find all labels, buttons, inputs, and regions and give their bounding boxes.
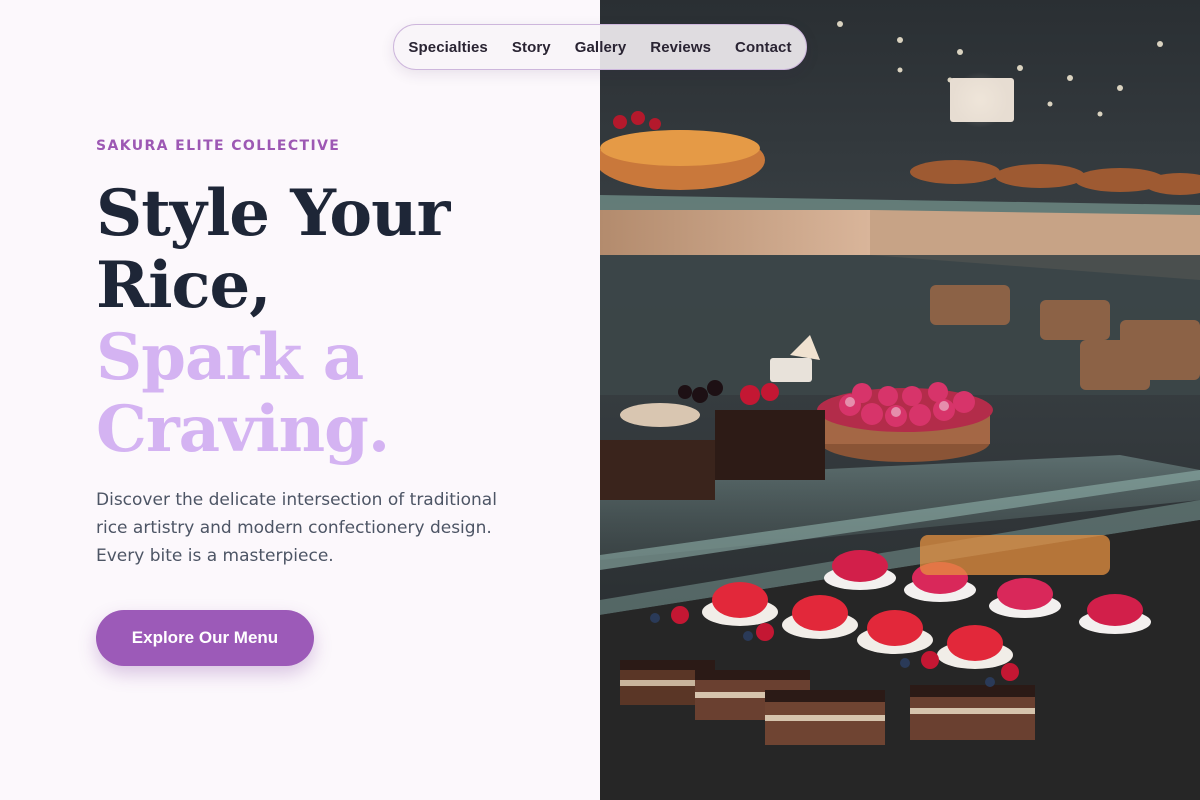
headline-line-4: Craving. [96,392,390,467]
nav-link-reviews[interactable]: Reviews [650,39,711,56]
brand-eyebrow: SAKURA ELITE COLLECTIVE [96,138,341,154]
pastry-display-image [600,0,1200,800]
explore-menu-button[interactable]: Explore Our Menu [96,610,314,666]
nav-link-story[interactable]: Story [512,39,551,56]
nav-link-contact[interactable]: Contact [735,39,792,56]
headline-line-1: Style Your [96,176,450,251]
nav-link-gallery[interactable]: Gallery [575,39,627,56]
headline-line-3: Spark a [96,320,364,395]
main-nav: Specialties Story Gallery Reviews Contac… [393,24,807,70]
hero-image-panel [600,0,1200,800]
headline-line-2: Rice, [96,248,271,323]
nav-link-specialties[interactable]: Specialties [408,39,487,56]
hero-left-panel: SAKURA ELITE COLLECTIVE Style Your Rice,… [0,0,600,800]
hero-description: Discover the delicate intersection of tr… [96,490,497,566]
hero-headline: Style Your Rice, Spark a Craving. [96,178,576,466]
